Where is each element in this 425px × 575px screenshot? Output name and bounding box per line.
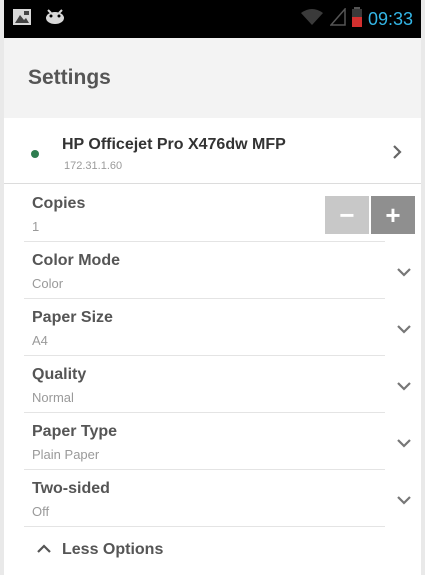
increment-button[interactable]: + <box>371 196 415 234</box>
setting-copies: Copies 1 − + <box>24 186 421 242</box>
copies-stepper: − + <box>325 196 415 234</box>
setting-paper-type[interactable]: Paper Type Plain Paper <box>24 414 421 470</box>
app-header: Settings <box>4 38 421 118</box>
status-time: 09:33 <box>367 8 413 29</box>
plus-icon: + <box>385 199 401 230</box>
paper-type-value: Plain Paper <box>32 447 100 462</box>
page-title: Settings <box>28 66 111 89</box>
decrement-button[interactable]: − <box>325 196 369 234</box>
printer-ip: 172.31.1.60 <box>64 160 123 172</box>
copies-label: Copies <box>32 195 86 212</box>
notification-image-icon <box>12 8 32 31</box>
two-sided-label: Two-sided <box>32 480 110 497</box>
battery-low-icon <box>351 6 362 32</box>
chevron-down-icon <box>395 322 413 336</box>
wifi-icon <box>300 8 324 31</box>
less-options-label: Less Options <box>62 541 164 558</box>
android-debug-icon <box>44 8 66 30</box>
app-window: 09:33 Settings HP Officejet Pro X476dw M… <box>0 0 425 575</box>
printer-selector[interactable]: HP Officejet Pro X476dw MFP 172.31.1.60 <box>4 122 421 184</box>
divider <box>24 412 385 413</box>
two-sided-value: Off <box>32 504 50 519</box>
chevron-down-icon <box>395 493 413 507</box>
setting-color-mode[interactable]: Color Mode Color <box>24 243 421 299</box>
chevron-down-icon <box>395 265 413 279</box>
setting-two-sided[interactable]: Two-sided Off <box>24 471 421 527</box>
divider <box>24 469 385 470</box>
color-mode-value: Color <box>32 276 64 291</box>
paper-type-label: Paper Type <box>32 423 118 440</box>
setting-quality[interactable]: Quality Normal <box>24 357 421 413</box>
chevron-down-icon <box>395 436 413 450</box>
less-options-button[interactable]: Less Options <box>4 525 421 575</box>
signal-icon <box>329 6 346 31</box>
chevron-up-icon <box>36 541 52 559</box>
chevron-down-icon <box>395 379 413 393</box>
paper-size-label: Paper Size <box>32 309 113 326</box>
paper-size-value: A4 <box>32 333 48 348</box>
setting-paper-size[interactable]: Paper Size A4 <box>24 300 421 356</box>
copies-value: 1 <box>32 219 40 234</box>
minus-icon: − <box>339 199 355 230</box>
color-mode-label: Color Mode <box>32 252 120 269</box>
quality-label: Quality <box>32 366 87 383</box>
chevron-right-icon <box>387 142 407 162</box>
divider <box>24 241 385 242</box>
printer-name: HP Officejet Pro X476dw MFP <box>62 136 286 153</box>
printer-status-indicator <box>31 150 39 158</box>
divider <box>24 355 385 356</box>
status-bar: 09:33 <box>4 0 421 38</box>
divider <box>24 298 385 299</box>
quality-value: Normal <box>32 390 74 405</box>
